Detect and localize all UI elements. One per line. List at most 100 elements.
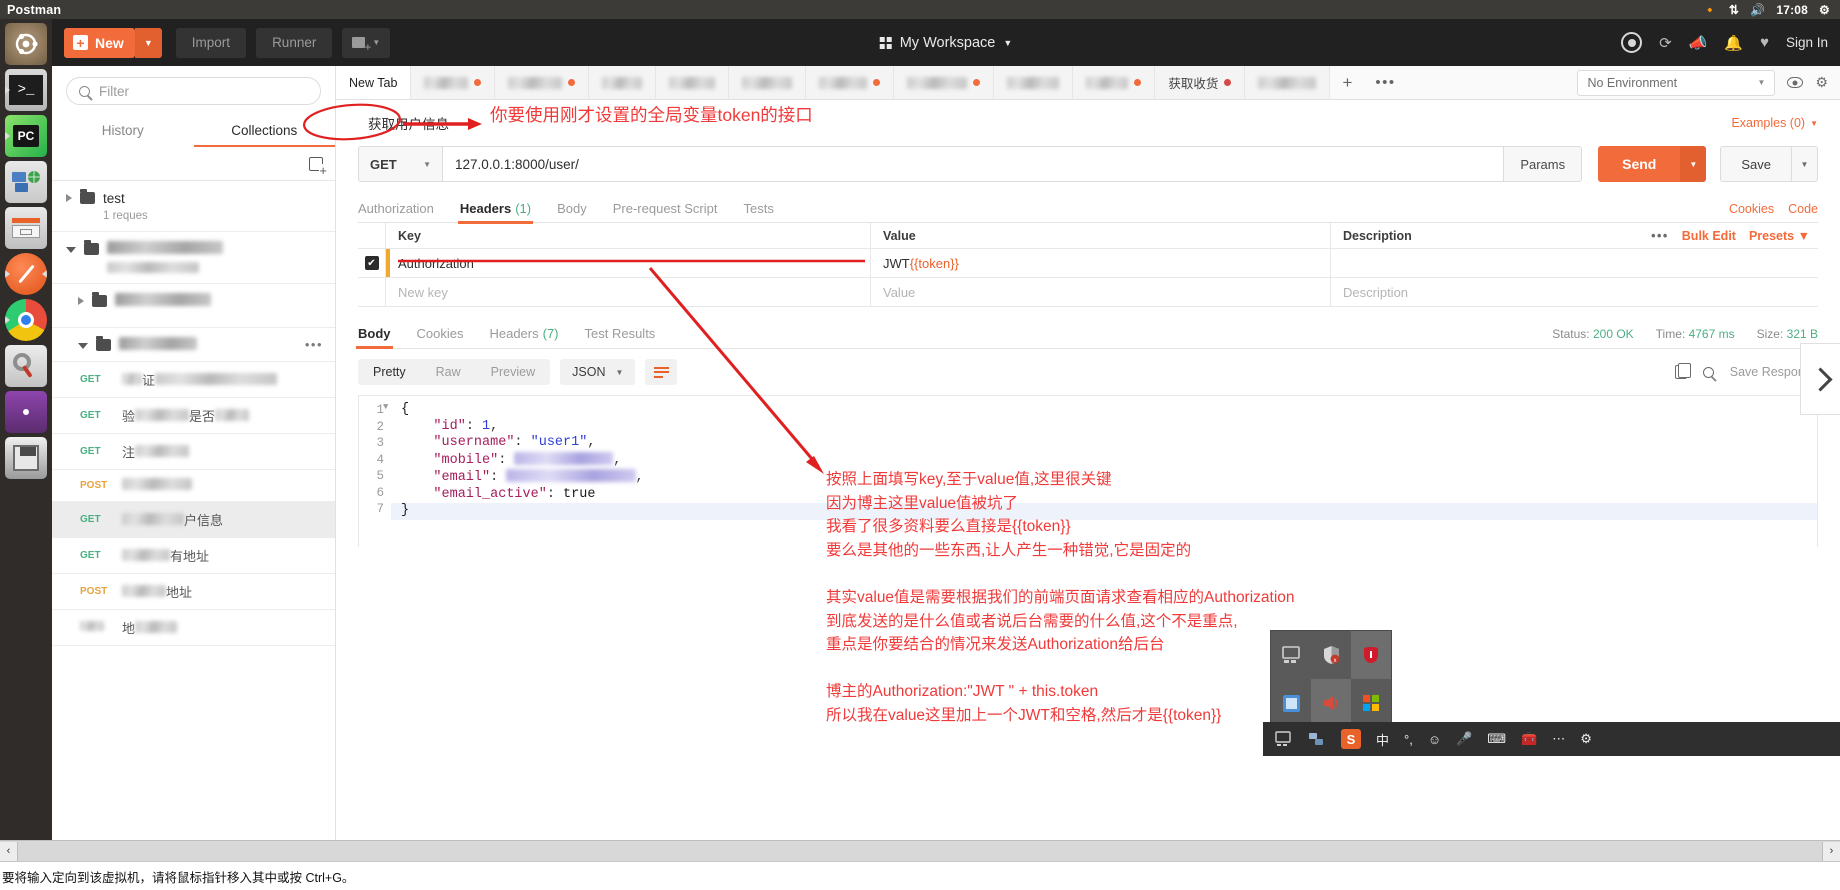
tray-input-method-icon[interactable] (1271, 679, 1311, 727)
ime-more-icon[interactable]: ⋯ (1552, 731, 1565, 747)
tabs-more-button[interactable]: ••• (1364, 66, 1406, 99)
ime-settings-icon[interactable]: ⚙ (1580, 731, 1592, 747)
tab-5[interactable] (729, 66, 807, 99)
header-value-cell[interactable]: JWT {{token}} (871, 249, 1331, 277)
ime-smiley-icon[interactable]: ☺ (1428, 732, 1441, 747)
request-item-7[interactable]: 地 (52, 610, 335, 646)
tab-tests[interactable]: Tests (744, 195, 774, 223)
ime-chinese-label[interactable]: 中 (1376, 730, 1389, 749)
cookies-link[interactable]: Cookies (1729, 202, 1774, 216)
header-row-authorization[interactable]: ✔ Authorization JWT {{token}} (358, 249, 1818, 278)
tab-authorization[interactable]: Authorization (358, 195, 434, 223)
tab-10[interactable]: 获取收货 (1155, 66, 1246, 99)
chevron-down-icon[interactable] (78, 343, 88, 349)
code-fold-icon[interactable]: ▼ (383, 402, 388, 412)
ime-punctuation-icon[interactable]: °, (1404, 732, 1413, 747)
sogou-input-icon[interactable]: S (1341, 729, 1361, 749)
chevron-right-icon[interactable] (78, 297, 84, 305)
checkbox-checked-icon[interactable]: ✔ (364, 256, 379, 270)
folder-item-2[interactable]: ••• (52, 328, 335, 362)
environment-select[interactable]: No Environment ▼ (1577, 69, 1776, 96)
launcher-terminal-icon[interactable]: >_ (5, 69, 47, 111)
request-name-label[interactable]: 获取用户信息 (358, 109, 459, 137)
gear-icon[interactable]: ⚙ (1819, 4, 1830, 16)
tab-1[interactable] (411, 66, 496, 99)
tray-overflow-icon[interactable] (1275, 731, 1293, 747)
tab-11[interactable] (1245, 66, 1331, 99)
response-tab-body[interactable]: Body (356, 320, 392, 349)
megaphone-icon[interactable]: 📣 (1689, 34, 1708, 52)
tab-4[interactable] (656, 66, 730, 99)
add-tab-button[interactable]: + (1330, 66, 1364, 99)
params-button[interactable]: Params (1504, 146, 1583, 182)
tab-6[interactable] (806, 66, 895, 99)
view-mode-preview[interactable]: Preview (476, 359, 550, 385)
import-button[interactable]: Import (175, 27, 247, 58)
ime-mic-icon[interactable]: 🎤 (1456, 731, 1472, 747)
scroll-left-arrow[interactable]: ‹ (0, 841, 18, 861)
tray-antivirus-icon[interactable] (1351, 631, 1391, 679)
launcher-ubuntu-dash-icon[interactable] (5, 23, 47, 65)
request-item-1[interactable]: GET 验是否 (52, 398, 335, 434)
response-format-select[interactable]: JSON ▼ (560, 359, 636, 385)
volume-icon[interactable]: 🔊 (1750, 4, 1765, 16)
request-item-0[interactable]: GET 证 (52, 362, 335, 398)
wrap-lines-button[interactable] (645, 359, 678, 385)
sync-icon[interactable]: ⟳ (1659, 34, 1672, 52)
chevron-right-icon[interactable] (66, 194, 72, 202)
code-link[interactable]: Code (1788, 202, 1818, 216)
tab-history[interactable]: History (52, 114, 194, 147)
tray-monitor-icon[interactable] (1271, 631, 1311, 679)
copy-icon[interactable] (1674, 363, 1691, 379)
new-button[interactable]: + New (64, 27, 135, 58)
new-collection-icon[interactable] (309, 156, 327, 177)
tab-8[interactable] (994, 66, 1074, 99)
response-tab-test-results[interactable]: Test Results (585, 320, 656, 348)
vm-horizontal-scrollbar[interactable]: ‹ › (0, 840, 1840, 861)
workspace-selector[interactable]: My Workspace ▼ (879, 35, 1012, 51)
heart-icon[interactable]: ♥ (1760, 34, 1769, 51)
tab-3[interactable] (589, 66, 657, 99)
tray-network-icon[interactable] (1308, 731, 1326, 747)
search-icon[interactable] (1702, 366, 1714, 378)
bulk-edit-link[interactable]: Bulk Edit (1682, 229, 1736, 243)
header-description-cell[interactable] (1331, 249, 1818, 277)
response-tab-cookies[interactable]: Cookies (417, 320, 464, 348)
tab-9[interactable] (1073, 66, 1156, 99)
new-value-input[interactable]: Value (871, 278, 1331, 306)
save-button[interactable]: Save (1720, 146, 1792, 182)
view-mode-raw[interactable]: Raw (421, 359, 476, 385)
tray-volume-icon[interactable] (1311, 679, 1351, 727)
launcher-settings-tools-icon[interactable] (5, 345, 47, 387)
tray-security-shield-icon[interactable]: x (1311, 631, 1351, 679)
tab-pre-request-script[interactable]: Pre-request Script (613, 195, 718, 223)
settings-sliders-icon[interactable]: ⚙ (1815, 74, 1828, 91)
interceptor-icon[interactable] (1621, 32, 1643, 53)
send-dropdown-caret[interactable]: ▼ (1680, 146, 1707, 182)
launcher-file-manager-icon[interactable] (5, 207, 47, 249)
request-item-6[interactable]: POST 地址 (52, 574, 335, 610)
new-dropdown-caret[interactable]: ▼ (134, 27, 162, 58)
launcher-network-icon[interactable] (5, 161, 47, 203)
tray-windows-icon[interactable] (1351, 679, 1391, 727)
folder-more-icon[interactable]: ••• (305, 337, 323, 352)
launcher-save-icon[interactable] (5, 437, 47, 479)
request-item-3[interactable]: POST (52, 470, 335, 502)
new-window-button[interactable]: ▼ (342, 27, 391, 58)
response-tab-headers[interactable]: Headers (7) (489, 320, 558, 348)
launcher-media-icon[interactable] (5, 391, 47, 433)
presets-link[interactable]: Presets ▼ (1749, 229, 1810, 243)
launcher-pycharm-icon[interactable]: PC (5, 115, 47, 157)
collection-item-blurred[interactable] (52, 232, 335, 284)
tab-headers[interactable]: Headers (1) (457, 195, 534, 224)
folder-item-1[interactable] (52, 284, 335, 328)
url-input[interactable]: 127.0.0.1:8000/user/ (442, 146, 1505, 182)
tab-collections[interactable]: Collections (193, 114, 336, 147)
sign-in-button[interactable]: Sign In (1786, 35, 1828, 50)
header-key-cell[interactable]: Authorization (386, 249, 871, 277)
new-key-input[interactable]: New key (386, 278, 871, 306)
ime-keyboard-icon[interactable]: ⌨ (1487, 731, 1506, 747)
examples-link[interactable]: Examples (0) ▼ (1731, 116, 1818, 130)
request-item-4-selected[interactable]: GET 户信息 (52, 502, 335, 538)
request-item-5[interactable]: GET 有地址 (52, 538, 335, 574)
